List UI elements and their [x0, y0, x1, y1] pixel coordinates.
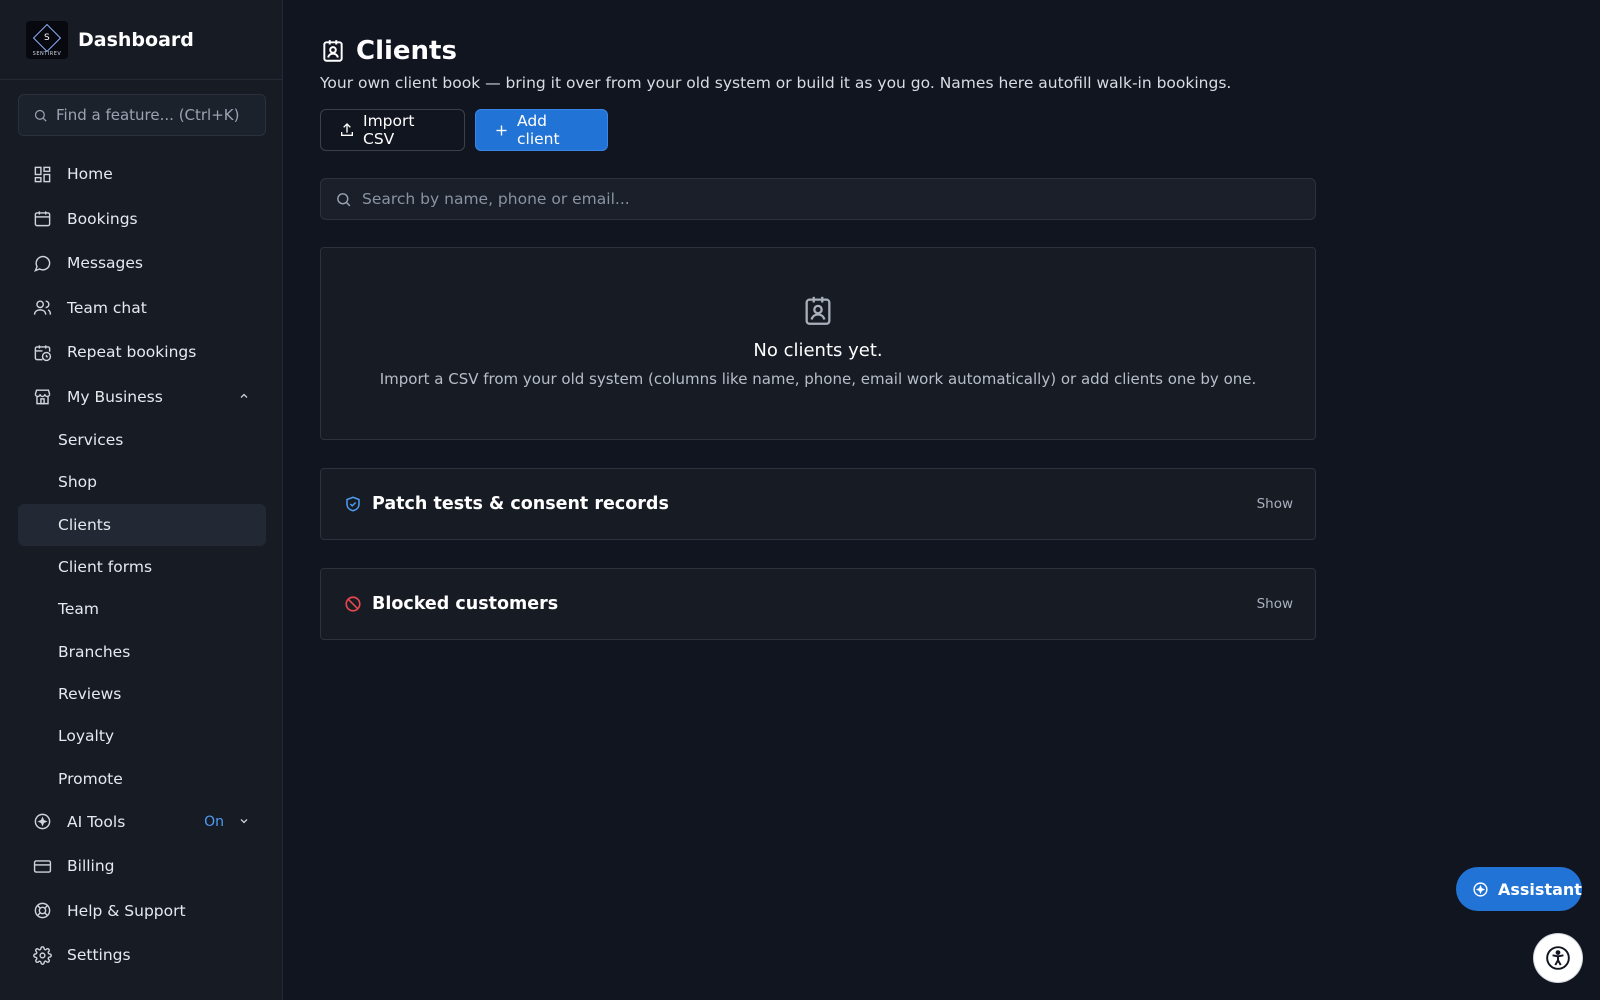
- import-csv-label: Import CSV: [363, 112, 415, 148]
- blocked-customers-section[interactable]: Blocked customers Show: [320, 568, 1316, 640]
- sidebar-sub-reviews[interactable]: Reviews: [18, 673, 266, 715]
- brand-header: S SENTIREV Dashboard: [0, 0, 282, 80]
- sidebar-item-label: Repeat bookings: [67, 343, 197, 362]
- sidebar-item-label: Home: [67, 165, 113, 184]
- sidebar-item-label: Billing: [67, 857, 115, 876]
- calendar-clock-icon: [32, 342, 52, 362]
- sidebar-item-repeat-bookings[interactable]: Repeat bookings: [18, 330, 266, 375]
- logo-text: SENTIREV: [32, 50, 62, 57]
- section-title: Patch tests & consent records: [372, 494, 669, 514]
- action-buttons: Import CSV Add client: [320, 109, 608, 151]
- blocked-icon: [345, 596, 361, 612]
- sidebar-item-messages[interactable]: Messages: [18, 241, 266, 286]
- sidebar-item-label: My Business: [67, 387, 163, 406]
- client-search-placeholder: Search by name, phone or email...: [362, 190, 630, 208]
- empty-state-description: Import a CSV from your old system (colum…: [379, 370, 1257, 388]
- sidebar-item-label: Messages: [67, 254, 144, 273]
- chat-bubble-icon: [32, 253, 52, 273]
- ai-sparkle-icon: [1473, 881, 1488, 897]
- sidebar-item-bookings[interactable]: Bookings: [18, 197, 266, 242]
- sidebar-item-my-business[interactable]: My Business: [18, 375, 266, 420]
- page-subtitle: Your own client book — bring it over fro…: [320, 74, 1232, 92]
- empty-state-title: No clients yet.: [753, 340, 883, 361]
- client-search-input[interactable]: Search by name, phone or email...: [320, 178, 1316, 220]
- chevron-down-icon[interactable]: [238, 813, 250, 831]
- sidebar-item-help-support[interactable]: Help & Support: [18, 889, 266, 934]
- sidebar-item-settings[interactable]: Settings: [18, 933, 266, 978]
- accessibility-button[interactable]: [1534, 934, 1582, 982]
- sidebar-item-ai-tools[interactable]: AI Tools On: [18, 800, 266, 845]
- feature-search-placeholder: Find a feature... (Ctrl+K): [56, 106, 240, 124]
- feature-search-input[interactable]: Find a feature... (Ctrl+K): [18, 94, 266, 136]
- gear-icon: [32, 945, 52, 965]
- sidebar-item-team-chat[interactable]: Team chat: [18, 286, 266, 331]
- sidebar-sub-loyalty[interactable]: Loyalty: [18, 715, 266, 757]
- logo-letter: S: [44, 32, 50, 43]
- section-title: Blocked customers: [372, 594, 559, 614]
- search-icon: [34, 109, 47, 122]
- contact-card-icon: [321, 294, 1315, 328]
- store-icon: [32, 387, 52, 407]
- brand-title: Dashboard: [78, 28, 194, 51]
- show-toggle-link[interactable]: Show: [1257, 496, 1293, 512]
- import-csv-button[interactable]: Import CSV: [320, 109, 465, 151]
- contact-card-icon: [323, 40, 343, 62]
- page-header: Clients: [320, 36, 457, 66]
- sidebar-item-label: Team chat: [67, 298, 147, 317]
- sidebar-sub-team[interactable]: Team: [18, 588, 266, 630]
- assistant-label: Assistant: [1498, 879, 1582, 899]
- brand-logo[interactable]: S SENTIREV: [26, 20, 68, 59]
- sidebar-nav: Home Bookings Messages Team chat Repeat …: [18, 152, 266, 978]
- empty-state-card: No clients yet. Import a CSV from your o…: [320, 247, 1316, 440]
- plus-icon: [494, 123, 509, 138]
- add-client-label: Add client: [517, 112, 560, 148]
- users-icon: [32, 298, 52, 318]
- sidebar-item-billing[interactable]: Billing: [18, 844, 266, 889]
- ai-tools-status-badge: On: [204, 813, 224, 830]
- accessibility-icon: [1546, 946, 1570, 970]
- grid-icon: [32, 164, 52, 184]
- sidebar-item-label: Bookings: [67, 209, 138, 228]
- credit-card-icon: [32, 856, 52, 876]
- lifebuoy-icon: [32, 901, 52, 921]
- sidebar-sub-branches[interactable]: Branches: [18, 630, 266, 672]
- sidebar-item-label: Settings: [67, 946, 131, 965]
- ai-sparkle-icon: [32, 812, 52, 832]
- sidebar: S SENTIREV Dashboard Find a feature... (…: [0, 0, 283, 1000]
- sidebar-sub-clients[interactable]: Clients: [18, 503, 266, 546]
- search-icon: [337, 192, 351, 206]
- sidebar-sub-promote[interactable]: Promote: [18, 757, 266, 799]
- sidebar-sub-services[interactable]: Services: [18, 419, 266, 461]
- assistant-button[interactable]: Assistant: [1456, 867, 1582, 911]
- sidebar-item-label: Help & Support: [67, 901, 186, 920]
- sidebar-sub-shop[interactable]: Shop: [18, 461, 266, 503]
- chevron-up-icon[interactable]: [238, 388, 250, 406]
- patch-tests-section[interactable]: Patch tests & consent records Show: [320, 468, 1316, 540]
- shield-check-icon: [346, 496, 360, 512]
- sidebar-item-label: AI Tools: [67, 812, 126, 831]
- logo-diamond-icon: S: [32, 23, 62, 52]
- add-client-button[interactable]: Add client: [475, 109, 608, 151]
- sidebar-item-home[interactable]: Home: [18, 152, 266, 197]
- upload-icon: [339, 122, 355, 138]
- calendar-icon: [32, 209, 52, 229]
- page-title: Clients: [356, 36, 457, 66]
- show-toggle-link[interactable]: Show: [1257, 596, 1293, 612]
- sidebar-sub-client-forms[interactable]: Client forms: [18, 546, 266, 588]
